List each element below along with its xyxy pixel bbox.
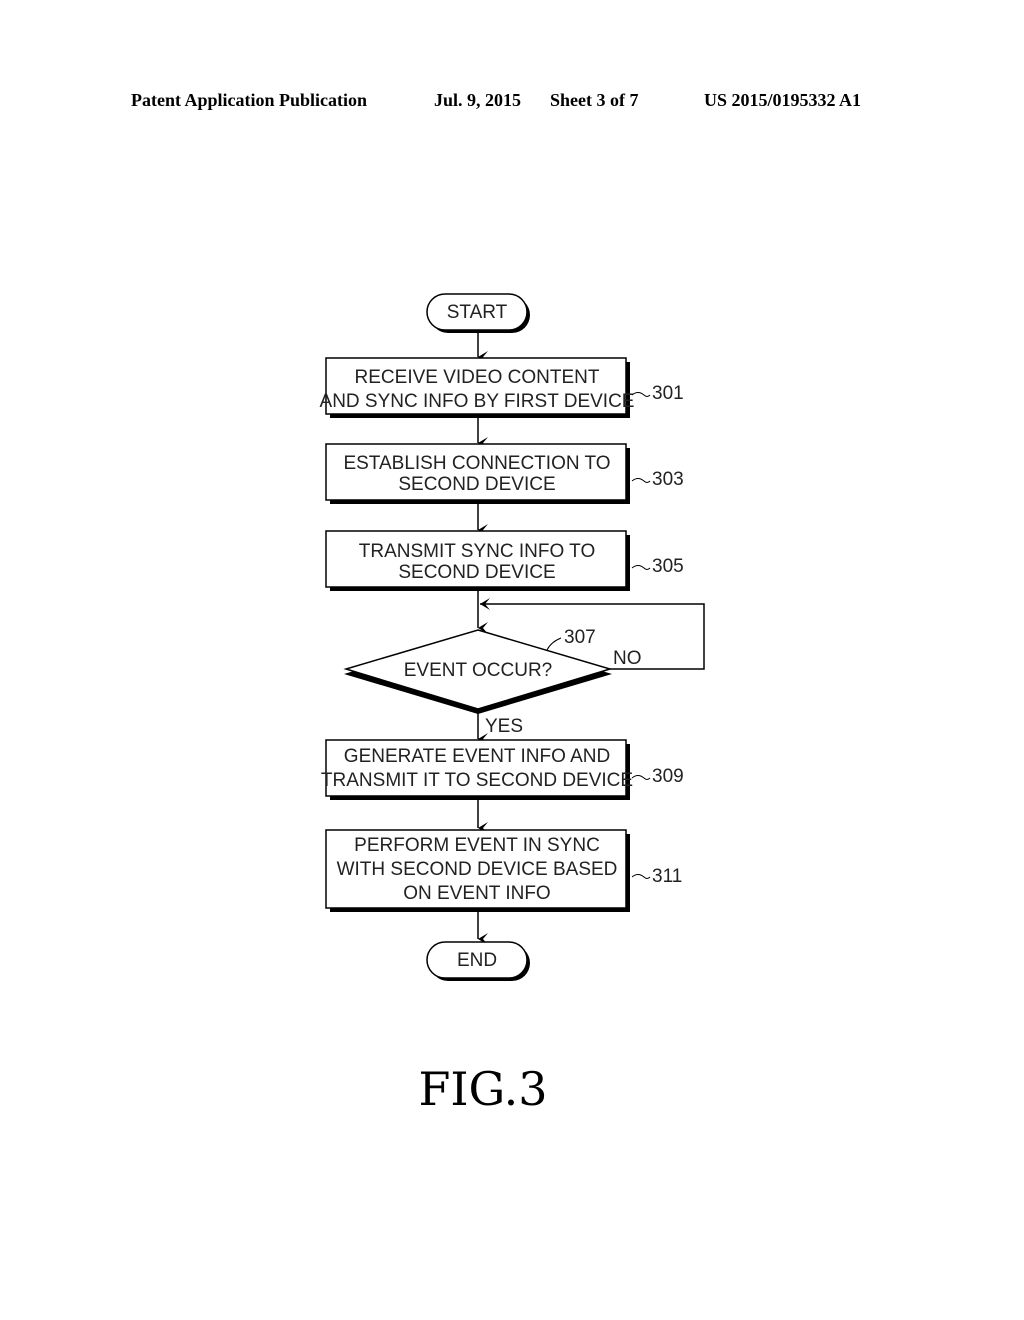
step-303-line-2: SECOND DEVICE	[398, 474, 555, 495]
no-label: NO	[613, 648, 642, 669]
leader-309	[631, 775, 651, 780]
start-terminal: START	[426, 293, 530, 333]
end-label: END	[457, 950, 497, 971]
step-309-line-2: TRANSMIT IT TO SECOND DEVICE	[321, 770, 633, 791]
step-305: TRANSMIT SYNC INFO TO SECOND DEVICE	[325, 530, 630, 591]
leader-311	[631, 874, 651, 879]
step-311-line-1: PERFORM EVENT IN SYNC	[354, 835, 600, 856]
ref-303: 303	[652, 469, 684, 490]
figure-label: FIG.3	[418, 1062, 548, 1116]
step-311: PERFORM EVENT IN SYNC WITH SECOND DEVICE…	[325, 829, 630, 912]
decision-307-label: EVENT OCCUR?	[404, 660, 553, 681]
step-301: RECEIVE VIDEO CONTENT AND SYNC INFO BY F…	[320, 357, 635, 418]
step-301-line-1: RECEIVE VIDEO CONTENT	[355, 367, 600, 388]
ref-305: 305	[652, 556, 684, 577]
leader-303	[631, 478, 651, 483]
yes-label: YES	[485, 716, 523, 737]
ref-307: 307	[564, 627, 596, 648]
step-309: GENERATE EVENT INFO AND TRANSMIT IT TO S…	[321, 739, 633, 800]
step-303-line-1: ESTABLISH CONNECTION TO	[343, 453, 610, 474]
step-311-line-3: ON EVENT INFO	[403, 883, 550, 904]
step-309-line-1: GENERATE EVENT INFO AND	[344, 746, 610, 767]
step-305-line-2: SECOND DEVICE	[398, 562, 555, 583]
flowchart: START RECEIVE VIDEO CONTENT AND SYNC INF…	[320, 293, 705, 981]
start-label: START	[447, 302, 508, 323]
step-303: ESTABLISH CONNECTION TO SECOND DEVICE	[325, 443, 630, 504]
leader-305	[631, 565, 651, 570]
step-311-line-2: WITH SECOND DEVICE BASED	[337, 859, 618, 880]
ref-301: 301	[652, 383, 684, 404]
step-305-line-1: TRANSMIT SYNC INFO TO	[359, 541, 595, 562]
ref-309: 309	[652, 766, 684, 787]
step-301-line-2: AND SYNC INFO BY FIRST DEVICE	[320, 391, 635, 412]
end-terminal: END	[426, 941, 530, 981]
leader-307	[546, 637, 562, 651]
leader-301	[631, 392, 651, 397]
ref-311: 311	[652, 866, 682, 887]
